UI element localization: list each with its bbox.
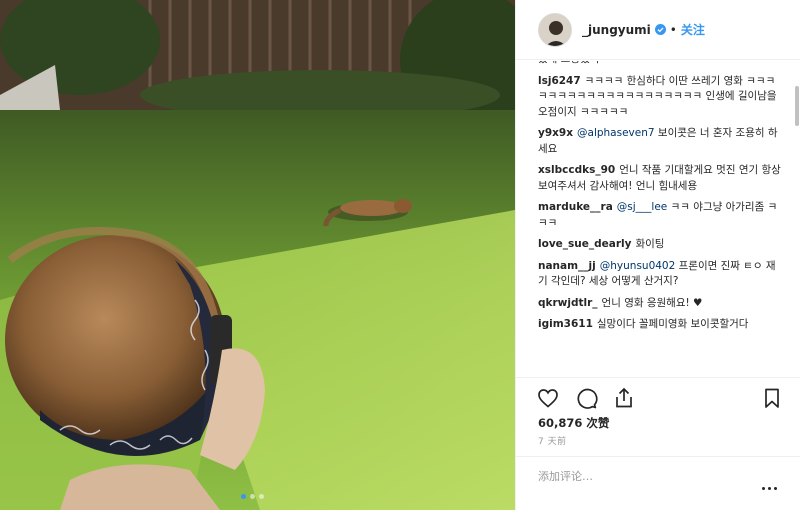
comment-item: igim3611 실망이다 꼴페미영화 보이콧할거다 — [538, 317, 782, 333]
comment-text: 실망이다 꼴페미영화 보이콧할거다 — [596, 318, 749, 330]
actions-section: 60,876 次赞 7 天前 — [516, 377, 800, 455]
comment-username[interactable]: love_sue_dearly — [538, 238, 631, 250]
comments-scrollbar[interactable] — [794, 66, 800, 376]
comment-username[interactable]: y9x9x — [538, 127, 573, 139]
comment-username[interactable]: lsj6247 — [538, 75, 581, 87]
more-dot — [774, 486, 777, 490]
comment-text: 언니 영화 응원해요! ♥ — [601, 296, 703, 309]
header-separator: • — [669, 22, 677, 37]
comment-username[interactable]: qkrwjdtlr_ — [538, 297, 598, 309]
carousel-dot[interactable] — [241, 494, 246, 499]
comment-item: love_sue_dearly 화이팅 — [538, 237, 782, 253]
action-buttons — [536, 386, 636, 410]
add-comment-section — [516, 456, 800, 510]
comment-mention[interactable]: @hyunsu0402 — [600, 260, 676, 272]
comment-username[interactable]: marduke__ra — [538, 201, 613, 213]
bookmark-icon[interactable] — [760, 386, 784, 410]
comment-item: 았네 꼬랑했니ㅋㅋㅋㅋㅋㅋㅋㅋㅋㅋㅋㅋ — [538, 61, 782, 68]
share-icon[interactable] — [612, 386, 636, 410]
scrollbar-thumb[interactable] — [795, 86, 799, 126]
more-options-icon[interactable] — [762, 483, 782, 493]
comment-mention[interactable]: @sj___lee — [617, 201, 667, 213]
avatar-image — [539, 13, 571, 46]
comment-username[interactable]: nanam__jj — [538, 260, 596, 272]
comment-mention[interactable]: @alphaseven7 — [577, 127, 655, 139]
post-header: _jungyumi • 关注 — [516, 0, 800, 60]
garden-photo — [0, 0, 515, 510]
likes-count[interactable]: 60,876 次赞 — [538, 415, 609, 431]
post-sidebar: _jungyumi • 关注 았네 꼬랑했니ㅋㅋㅋㅋㅋㅋㅋㅋㅋㅋㅋㅋ lsj624… — [515, 0, 800, 510]
comment-item: lsj6247 ㅋㅋㅋㅋ 한심하다 이딴 쓰레기 영화 ㅋㅋㅋㅋㅋㅋㅋㅋㅋㅋㅋㅋㅋ… — [538, 74, 782, 121]
comment-bubble-icon[interactable] — [574, 386, 598, 410]
add-comment-input[interactable] — [538, 465, 748, 487]
more-dot — [768, 486, 771, 490]
more-dot — [762, 486, 765, 490]
heart-icon[interactable] — [536, 386, 560, 410]
comment-item: qkrwjdtlr_ 언니 영화 응원해요! ♥ — [538, 296, 782, 312]
post-photo[interactable] — [0, 0, 515, 510]
carousel-dot[interactable] — [259, 494, 264, 499]
comments-list[interactable]: 았네 꼬랑했니ㅋㅋㅋㅋㅋㅋㅋㅋㅋㅋㅋㅋ lsj6247ㅋㅋㅋㅋ 한심하다 이딴 쓰… — [516, 61, 796, 377]
avatar[interactable] — [538, 12, 572, 47]
comment-username[interactable]: xslbccdks_90 — [538, 164, 615, 176]
username[interactable]: _jungyumi — [582, 23, 651, 37]
comment-text: 보이콧은 너 혼자 조용히 하세요 — [538, 127, 778, 155]
post-timestamp[interactable]: 7 天前 — [538, 434, 567, 447]
verified-badge-icon — [654, 24, 666, 35]
comment-item: xslbccdks_90 언니 작품 기대할게요 멋진 연기 항상 보여주셔서 감… — [538, 163, 782, 194]
comment-item: marduke__ra @sj___lee ㅋㅋ 야그냥 아가리좀 ㅋㅋㅋ — [538, 200, 782, 231]
comment-text: 화이팅 — [635, 238, 665, 250]
carousel-dot[interactable] — [250, 494, 255, 499]
carousel-indicator — [241, 494, 264, 499]
comment-username[interactable]: igim3611 — [538, 318, 593, 330]
instagram-post: _jungyumi • 关注 았네 꼬랑했니ㅋㅋㅋㅋㅋㅋㅋㅋㅋㅋㅋㅋ lsj624… — [0, 0, 800, 510]
comment-text: 았네 꼬랑했니ㅋㅋㅋㅋㅋㅋㅋㅋㅋㅋㅋㅋ — [538, 61, 715, 65]
follow-button[interactable]: 关注 — [681, 21, 705, 38]
comment-item: y9x9x @alphaseven7 보이콧은 너 혼자 조용히 하세요 — [538, 126, 782, 157]
comment-item: nanam__jj @hyunsu0402 프론이면 진짜 ㅌㅇ 재기 각인데? … — [538, 259, 782, 290]
